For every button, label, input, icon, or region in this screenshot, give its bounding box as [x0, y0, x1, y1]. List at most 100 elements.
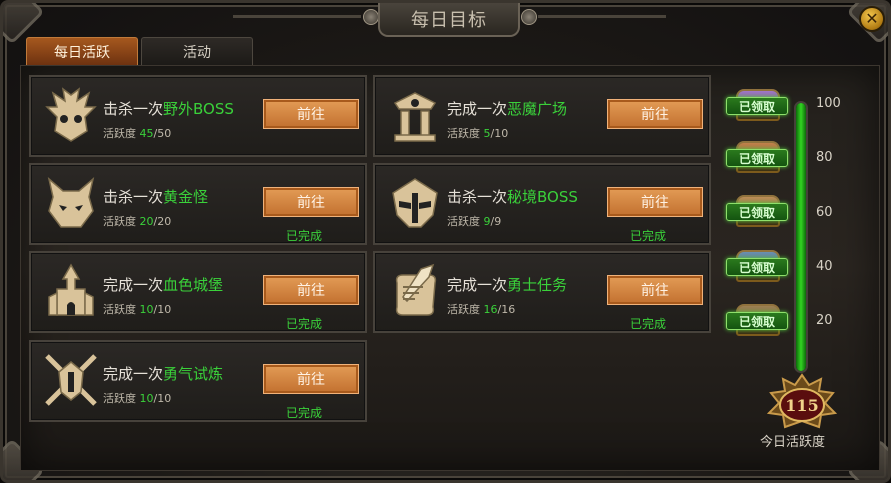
task-progress-max: /20: [153, 215, 172, 228]
task-progress-max: /9: [490, 215, 502, 228]
threshold-label: 100: [816, 96, 841, 111]
crossed-swords-helmet-icon: [45, 354, 97, 406]
task-prefix: 完成一次: [447, 276, 508, 294]
task-card: 完成一次勇士任务 活跃度 16/16 前往 已完成: [373, 251, 711, 333]
task-target: 黄金怪: [163, 188, 209, 206]
tab-events[interactable]: 活动: [141, 37, 253, 65]
task-prefix: 击杀一次: [447, 188, 508, 206]
task-title: 完成一次勇气试炼: [103, 363, 223, 384]
completed-label: 已完成: [286, 317, 323, 331]
task-progress-current: 9: [483, 215, 491, 228]
task-progress-current: 10: [139, 392, 154, 405]
task-card: 击杀一次黄金怪 活跃度 20/20 前往 已完成: [29, 163, 367, 245]
completed-label: 已完成: [630, 317, 667, 331]
task-progress: 活跃度 16/16: [447, 301, 515, 317]
activity-total-badge: 115: [766, 373, 838, 429]
task-target: 血色城堡: [163, 276, 224, 294]
task-progress: 活跃度 9/9: [447, 213, 501, 229]
task-progress-label: 活跃度: [103, 303, 136, 316]
task-progress-max: /10: [490, 127, 509, 140]
task-prefix: 完成一次: [447, 100, 508, 118]
go-button[interactable]: 前往: [607, 275, 703, 305]
reward-chest[interactable]: 已领取: [726, 85, 788, 125]
task-card: 完成一次血色城堡 活跃度 10/10 前往 已完成: [29, 251, 367, 333]
task-progress: 活跃度 10/10: [103, 301, 171, 317]
claimed-badge: 已领取: [726, 149, 788, 167]
reward-chest[interactable]: 已领取: [726, 300, 788, 340]
task-prefix: 完成一次: [103, 276, 164, 294]
daily-goals-window: 每日目标 ✕ 每日活跃 活动 击杀一次野外BOSS 活跃度 45/50 前往 完…: [0, 0, 891, 483]
claimed-badge: 已领取: [726, 312, 788, 330]
task-title: 击杀一次野外BOSS: [103, 98, 234, 119]
title-ornament-icon: [521, 9, 537, 25]
scroll-sword-icon: [395, 263, 437, 316]
task-target: 秘境BOSS: [507, 188, 578, 206]
claimed-badge: 已领取: [726, 97, 788, 115]
title-bar-decoration: [233, 15, 361, 18]
task-progress-label: 活跃度: [447, 303, 480, 316]
task-title: 完成一次勇士任务: [447, 274, 567, 295]
reward-chest[interactable]: 已领取: [726, 246, 788, 286]
close-button[interactable]: ✕: [859, 6, 885, 32]
completed-label: 已完成: [286, 406, 323, 420]
go-button[interactable]: 前往: [607, 187, 703, 217]
altar-icon: [393, 92, 437, 142]
task-progress-label: 活跃度: [103, 215, 136, 228]
task-progress-current: 20: [139, 215, 154, 228]
title-bar-decoration: [538, 15, 666, 18]
task-title: 击杀一次秘境BOSS: [447, 186, 578, 207]
go-button[interactable]: 前往: [607, 99, 703, 129]
task-progress-label: 活跃度: [103, 392, 136, 405]
horned-demon-icon: [47, 176, 95, 228]
tab-daily-activity[interactable]: 每日活跃: [26, 37, 138, 65]
demon-skull-icon: [45, 87, 97, 142]
task-target: 勇士任务: [507, 276, 568, 294]
task-progress: 活跃度 5/10: [447, 125, 508, 141]
castle-icon: [48, 263, 94, 316]
threshold-label: 20: [816, 313, 833, 328]
claimed-badge: 已领取: [726, 203, 788, 221]
title-ornament-icon: [363, 9, 379, 25]
helmet-icon: [392, 178, 438, 228]
go-button[interactable]: 前往: [263, 99, 359, 129]
task-title: 击杀一次黄金怪: [103, 186, 208, 207]
window-title: 每日目标: [411, 10, 487, 31]
go-button[interactable]: 前往: [263, 275, 359, 305]
task-card: 完成一次恶魔广场 活跃度 5/10 前往: [373, 75, 711, 157]
task-progress-label: 活跃度: [447, 215, 480, 228]
task-progress: 活跃度 20/20: [103, 213, 171, 229]
completed-label: 已完成: [630, 229, 667, 243]
task-progress-max: /16: [497, 303, 516, 316]
task-target: 野外BOSS: [163, 100, 234, 118]
task-card: 完成一次勇气试炼 活跃度 10/10 前往 已完成: [29, 340, 367, 422]
activity-total-label: 今日活跃度: [760, 435, 826, 450]
reward-chest[interactable]: 已领取: [726, 137, 788, 177]
task-progress-current: 5: [483, 127, 491, 140]
completed-label: 已完成: [286, 229, 323, 243]
task-progress-label: 活跃度: [447, 127, 480, 140]
task-progress-current: 10: [139, 303, 154, 316]
task-prefix: 完成一次: [103, 365, 164, 383]
activity-total-value: 115: [785, 396, 818, 415]
activity-progress-fill: [796, 103, 806, 371]
reward-chest[interactable]: 已领取: [726, 191, 788, 231]
task-progress-label: 活跃度: [103, 127, 136, 140]
task-progress-current: 45: [139, 127, 154, 140]
activity-progress-bar: [794, 101, 808, 373]
task-target: 恶魔广场: [507, 100, 568, 118]
task-progress-max: /50: [153, 127, 172, 140]
task-title: 完成一次血色城堡: [103, 274, 223, 295]
threshold-label: 40: [816, 259, 833, 274]
task-progress: 活跃度 10/10: [103, 390, 171, 406]
task-progress-max: /10: [153, 392, 172, 405]
threshold-label: 80: [816, 150, 833, 165]
task-target: 勇气试炼: [163, 365, 224, 383]
go-button[interactable]: 前往: [263, 187, 359, 217]
go-button[interactable]: 前往: [263, 364, 359, 394]
task-card: 击杀一次秘境BOSS 活跃度 9/9 前往 已完成: [373, 163, 711, 245]
close-icon: ✕: [865, 9, 879, 28]
task-prefix: 击杀一次: [103, 100, 164, 118]
claimed-badge: 已领取: [726, 258, 788, 276]
task-title: 完成一次恶魔广场: [447, 98, 567, 119]
task-progress: 活跃度 45/50: [103, 125, 171, 141]
